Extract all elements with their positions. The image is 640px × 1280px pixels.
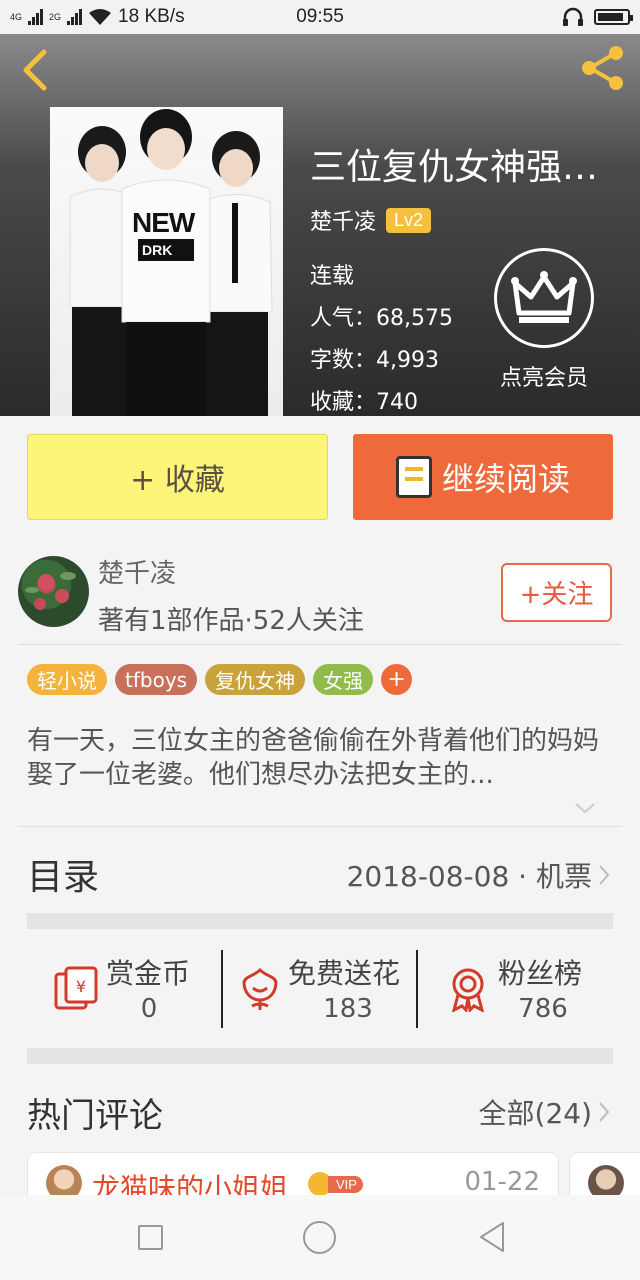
reward-label: 免费送花 <box>288 957 401 990</box>
cover-shirt-subtext: DRK <box>142 242 173 258</box>
back-icon[interactable] <box>16 46 56 94</box>
header-author-name[interactable]: 楚千凌 <box>310 204 376 236</box>
chevron-right-icon <box>599 865 610 885</box>
author-subtitle: 著有1部作品·52人关注 <box>98 606 364 636</box>
chevron-down-icon[interactable] <box>574 800 596 816</box>
toc-title[interactable]: 目录 <box>27 848 99 900</box>
collect-button[interactable]: + 收藏 <box>27 434 328 520</box>
avatar[interactable] <box>18 556 89 627</box>
continue-reading-label: 继续阅读 <box>441 460 570 498</box>
favorites-stat: 收藏：740 <box>310 390 418 415</box>
reward-value: 0 <box>140 994 158 1024</box>
headphones-icon <box>563 7 583 26</box>
tag-item[interactable]: 轻小说 <box>27 664 107 695</box>
book-stats: 连载 人气：68,575 字数：4,993 收藏：740 <box>310 256 453 416</box>
vip-crown-button[interactable] <box>494 248 594 348</box>
reward-coins[interactable]: ¥ 赏金币 0 <box>52 950 212 1028</box>
author-name[interactable]: 楚千凌 <box>98 553 176 590</box>
flower-icon <box>242 967 278 1010</box>
book-header: NEW DRK 三位复仇女神强势... 楚千凌 Lv2 连载 人气：68,575… <box>0 34 640 416</box>
recent-apps-button[interactable] <box>138 1225 163 1250</box>
vip-badge-label: VIP <box>328 1175 363 1193</box>
tag-item[interactable]: 女强 <box>313 664 374 695</box>
book-description[interactable]: 有一天，三位女主的爸爸偷偷在外背着他们的妈妈娶了一位老婆。他们想尽办法把女主的.… <box>27 724 613 792</box>
reward-fans[interactable]: 粉丝榜 786 <box>444 950 604 1028</box>
book-cover-image[interactable]: NEW DRK <box>50 107 283 416</box>
cover-shirt-text: NEW <box>132 207 195 238</box>
status-bar: 4G 2G 18 KB/s 09:55 <box>0 0 640 34</box>
clock: 09:55 <box>296 6 344 27</box>
popularity-stat: 人气：68,575 <box>310 306 453 331</box>
hot-comments-title: 热门评论 <box>27 1096 163 1136</box>
all-comments-label: 全部(24) <box>478 1097 592 1130</box>
section-separator <box>27 1048 613 1064</box>
level-badge: Lv2 <box>386 207 432 233</box>
reward-value: 183 <box>323 994 373 1024</box>
reward-flowers[interactable]: 免费送花 183 <box>236 950 412 1028</box>
divider <box>18 644 622 645</box>
continue-reading-button[interactable]: 继续阅读 <box>353 434 613 520</box>
divider <box>416 950 418 1028</box>
book-icon <box>395 456 432 498</box>
home-button[interactable] <box>303 1221 336 1254</box>
crown-icon <box>511 271 577 323</box>
tag-list: 轻小说 tfboys 复仇女神 女强 + <box>27 664 413 695</box>
medal-icon <box>451 968 485 1012</box>
share-icon[interactable] <box>578 42 628 92</box>
cover-illustration <box>69 109 273 416</box>
divider <box>221 950 223 1028</box>
reward-label: 粉丝榜 <box>498 957 583 990</box>
word-count-stat: 字数：4,993 <box>310 348 439 373</box>
chevron-right-icon <box>599 1102 610 1122</box>
follow-button[interactable]: +关注 <box>501 563 612 622</box>
battery-icon <box>594 9 633 25</box>
section-separator <box>27 913 613 929</box>
status-right <box>562 7 633 27</box>
back-triangle-icon[interactable] <box>478 1221 506 1253</box>
red-envelope-icon: ¥ <box>54 966 98 1010</box>
book-title: 三位复仇女神强势... <box>310 147 630 188</box>
avatar-image <box>25 572 76 610</box>
system-nav-bar <box>0 1195 640 1280</box>
header-author-row: 楚千凌 Lv2 <box>310 204 432 236</box>
svg-text:¥: ¥ <box>76 977 86 996</box>
toc-latest-chapter[interactable]: 2018-08-08 · 机票 <box>347 855 610 895</box>
all-comments-link[interactable]: 全部(24) <box>479 1092 610 1132</box>
toc-latest-label: 2018-08-08 · 机票 <box>346 860 592 893</box>
vip-label[interactable]: 点亮会员 <box>478 360 610 392</box>
comment-date: 01-22 <box>464 1167 540 1197</box>
tag-item[interactable]: 复仇女神 <box>205 664 306 695</box>
add-tag-button[interactable]: + <box>381 664 413 695</box>
reward-label: 赏金币 <box>106 957 191 990</box>
divider <box>18 826 622 827</box>
vip-badge: VIP <box>308 1172 363 1196</box>
tag-item[interactable]: tfboys <box>115 664 198 695</box>
serial-status: 连载 <box>310 264 355 289</box>
reward-value: 786 <box>518 994 568 1024</box>
